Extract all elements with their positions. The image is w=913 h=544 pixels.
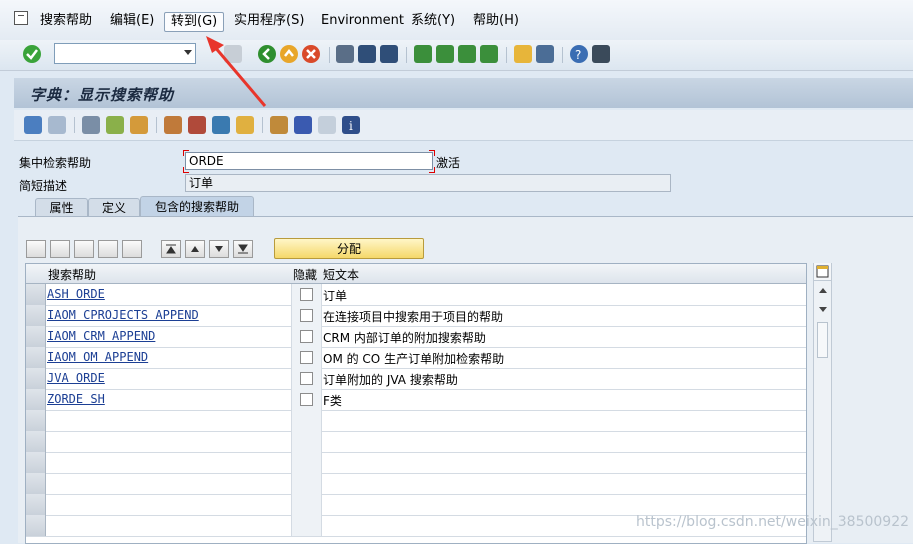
annotation-arrow bbox=[206, 36, 267, 107]
watermark: https://blog.csdn.net/weixin_38500922 bbox=[636, 514, 910, 530]
